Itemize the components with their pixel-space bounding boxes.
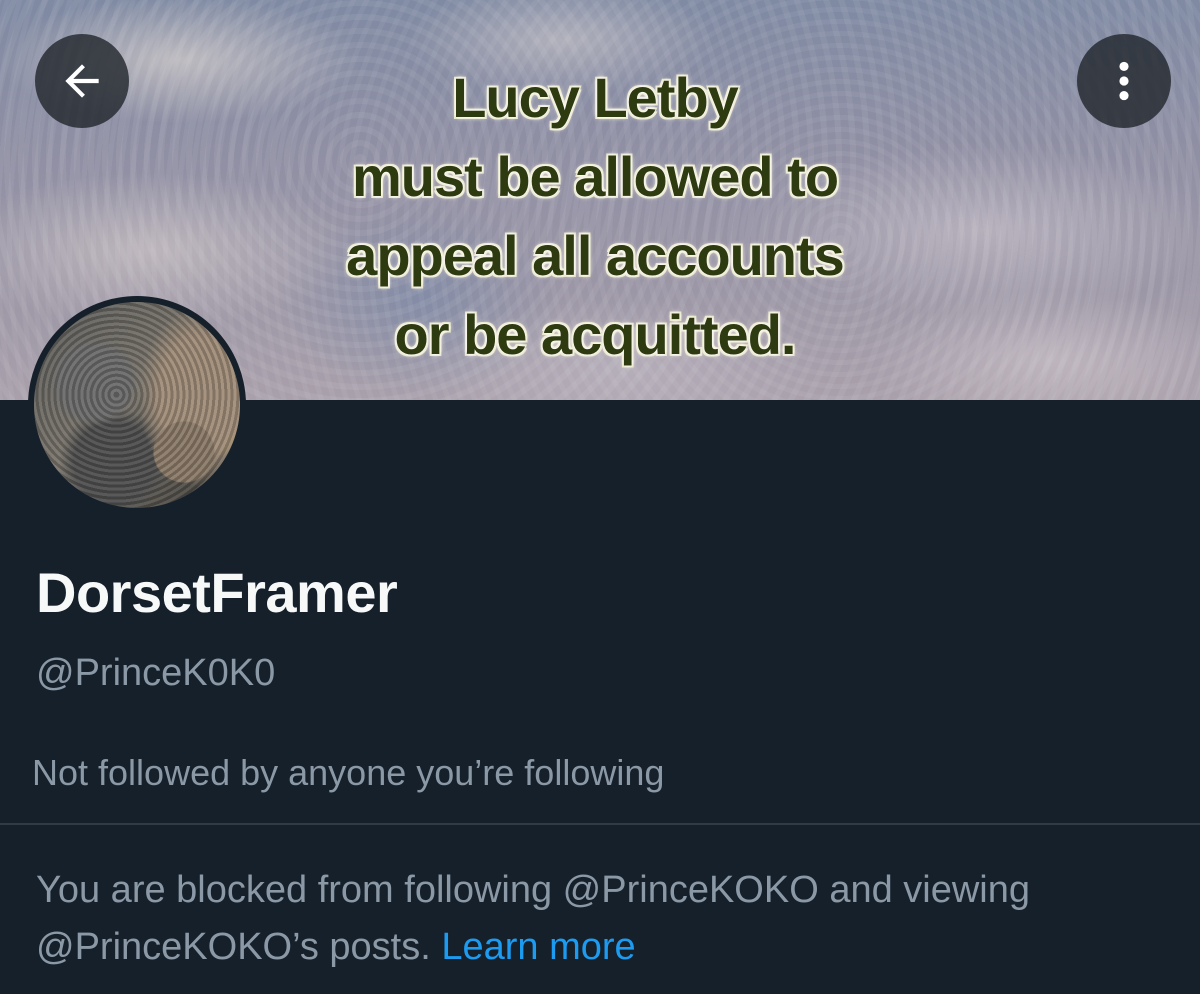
divider (0, 823, 1200, 825)
learn-more-link[interactable]: Learn more (441, 926, 635, 968)
blocked-notice: You are blocked from following @PrinceKO… (36, 862, 1176, 976)
display-name: DorsetFramer (36, 561, 398, 624)
avatar-image (34, 302, 240, 508)
more-options-button[interactable] (1077, 34, 1171, 128)
banner-line: appeal all accounts (346, 224, 845, 287)
back-button[interactable] (35, 34, 129, 128)
banner-line: or be acquitted. (394, 303, 797, 366)
arrow-left-icon (65, 64, 99, 98)
more-vertical-icon (1119, 61, 1129, 101)
profile-page: Lucy Letby must be allowed to appeal all… (0, 0, 1200, 994)
user-handle: @PrinceK0K0 (36, 652, 276, 694)
banner-text: Lucy Letby must be allowed to appeal all… (290, 58, 900, 374)
followers-you-know: Not followed by anyone you’re following (32, 752, 665, 793)
banner-line: Lucy Letby (452, 66, 739, 129)
banner-line: must be allowed to (351, 145, 839, 208)
avatar[interactable] (28, 296, 246, 514)
